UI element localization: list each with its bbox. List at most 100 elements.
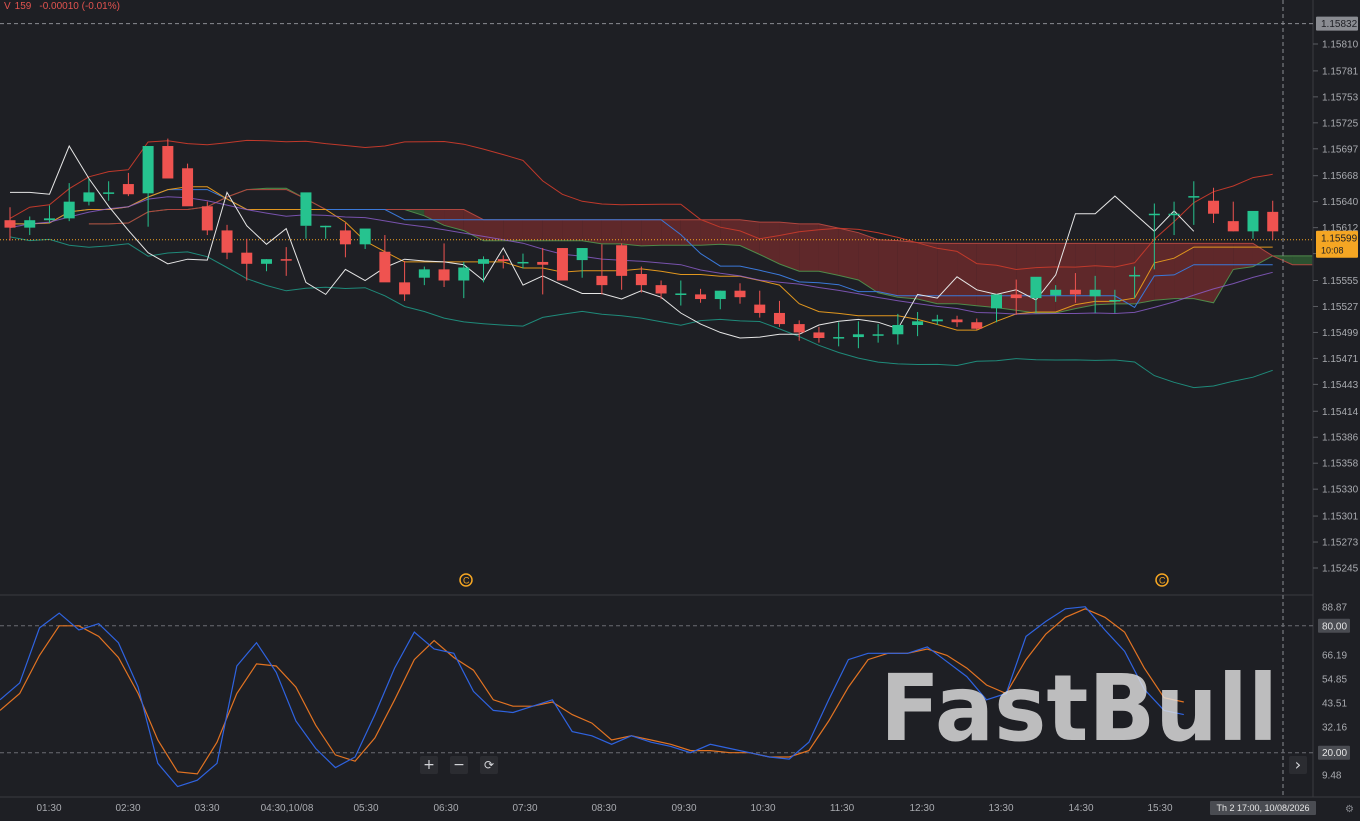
price-tick-label: 1.15810 <box>1322 40 1359 51</box>
candle-body <box>497 259 509 262</box>
price-tick-label: 1.15330 <box>1322 485 1359 496</box>
ichimoku-cloud-segment <box>897 240 918 300</box>
candle-body <box>182 168 194 207</box>
candle-body <box>576 248 588 261</box>
candle-body <box>1089 289 1101 297</box>
candle-body <box>320 225 332 228</box>
crosshair-time-label: Th 2 17:00, 10/08/2026 <box>1216 803 1309 813</box>
time-tick-label: 10:30 <box>750 803 775 814</box>
osc-tick-label: 32.16 <box>1322 723 1347 734</box>
volume-value: 159 <box>14 1 32 12</box>
time-tick-label: 14:30 <box>1068 803 1093 814</box>
ichimoku-cloud-segment <box>1292 255 1313 265</box>
ichimoku-cloud-segment <box>621 219 642 246</box>
candle-body <box>24 220 36 228</box>
ichimoku-cloud-segment <box>878 239 898 298</box>
legend-header: V 159 -0.00010 (-0.01%) <box>4 1 128 12</box>
time-tick-label: 01:30 <box>36 803 61 814</box>
ichimoku-cloud-segment <box>522 219 543 241</box>
ichimoku-cloud-segment <box>1154 243 1175 301</box>
time-tick-label: 11:30 <box>830 803 855 814</box>
osc-tick-label: 9.48 <box>1322 771 1342 782</box>
candle-body <box>951 319 963 323</box>
time-tick-label: 04:30,10/08 <box>261 803 314 814</box>
candle-body <box>1129 274 1141 277</box>
ichimoku-cloud-segment <box>562 219 583 241</box>
candle-body <box>399 282 411 295</box>
price-chart[interactable]: 1.15810 1.15781 1.15753 1.15725 1.15697 1.156… <box>0 0 1360 816</box>
ichimoku-cloud-segment <box>601 219 622 244</box>
price-tick-label: 1.15668 <box>1322 171 1359 182</box>
candle-body <box>458 267 470 281</box>
price-tick-label: 1.15358 <box>1322 459 1359 470</box>
candle-body <box>162 146 174 179</box>
candle-body <box>695 294 707 300</box>
candle-body <box>438 269 450 281</box>
candle-body <box>359 228 371 245</box>
price-tick-label: 1.15753 <box>1322 92 1359 103</box>
candle-body <box>714 290 726 300</box>
zoom-out-button[interactable]: − <box>450 756 468 774</box>
price-tick-label: 1.15555 <box>1322 276 1359 287</box>
candle-body <box>418 269 430 278</box>
candle-body <box>872 334 884 336</box>
candle-body <box>280 259 292 261</box>
candle-body <box>300 192 312 226</box>
ichimoku-cloud-segment <box>818 223 839 276</box>
zoom-in-button[interactable]: + <box>420 756 438 774</box>
candle-body <box>971 322 983 329</box>
candle-body <box>734 290 746 298</box>
reset-view-button[interactable]: ⟳ <box>480 756 498 774</box>
chart-stage[interactable]: 1.15810 1.15781 1.15753 1.15725 1.15697 1.156… <box>0 0 1360 816</box>
candle-body <box>339 230 351 245</box>
event-marker-letter: C <box>463 576 470 586</box>
scroll-right-button[interactable]: › <box>1289 756 1307 774</box>
candle-body <box>1188 196 1200 198</box>
time-tick-label: 09:30 <box>671 803 696 814</box>
ichimoku-cloud-segment <box>1075 243 1096 309</box>
candle-body <box>912 321 924 326</box>
osc-tick-label: 54.85 <box>1322 674 1347 685</box>
candle-body <box>1247 210 1259 232</box>
candle-body <box>260 259 272 264</box>
candle-body <box>63 201 75 219</box>
osc-lower-label: 20.00 <box>1322 748 1347 759</box>
candle-body <box>537 261 549 265</box>
ichimoku-cloud-segment <box>582 219 602 244</box>
ichimoku-cloud-segment <box>838 228 859 281</box>
candle-body <box>892 325 904 335</box>
candle-body <box>1069 289 1081 295</box>
price-tick-label: 1.15781 <box>1322 66 1359 77</box>
last-price-label: 1.15599 <box>1321 234 1358 245</box>
time-tick-label: 08:30 <box>591 803 616 814</box>
candle-body <box>635 274 647 286</box>
candle-body <box>379 251 391 283</box>
price-tick-label: 1.15301 <box>1322 512 1359 523</box>
candle-body <box>616 245 628 276</box>
symbol-flag: V <box>4 1 11 12</box>
price-tick-label: 1.15443 <box>1322 380 1359 391</box>
ichimoku-cloud-segment <box>1114 243 1135 304</box>
candle-body <box>221 230 233 253</box>
ichimoku-cloud-segment <box>1174 243 1194 299</box>
candle-body <box>1227 221 1239 232</box>
candle-body <box>43 218 55 221</box>
candle-body <box>556 248 568 281</box>
candle-body <box>1030 276 1042 299</box>
high-marker-label: 1.15832 <box>1321 19 1358 30</box>
candle-body <box>201 206 213 231</box>
candle-body <box>103 192 115 194</box>
settings-icon[interactable]: ⚙ <box>1345 804 1354 815</box>
osc-tick-label: 43.51 <box>1322 698 1347 709</box>
candle-body <box>931 319 943 322</box>
price-tick-label: 1.15273 <box>1322 538 1359 549</box>
ichimoku-cloud-segment <box>680 219 701 246</box>
price-tick-label: 1.15386 <box>1322 433 1359 444</box>
ichimoku-cloud-segment <box>779 222 800 272</box>
event-marker-letter: C <box>1159 576 1166 586</box>
candle-body <box>478 259 490 264</box>
price-tick-label: 1.15527 <box>1322 302 1359 313</box>
time-tick-label: 05:30 <box>353 803 378 814</box>
osc-tick-label: 88.87 <box>1322 603 1347 614</box>
candle-body <box>122 184 134 195</box>
